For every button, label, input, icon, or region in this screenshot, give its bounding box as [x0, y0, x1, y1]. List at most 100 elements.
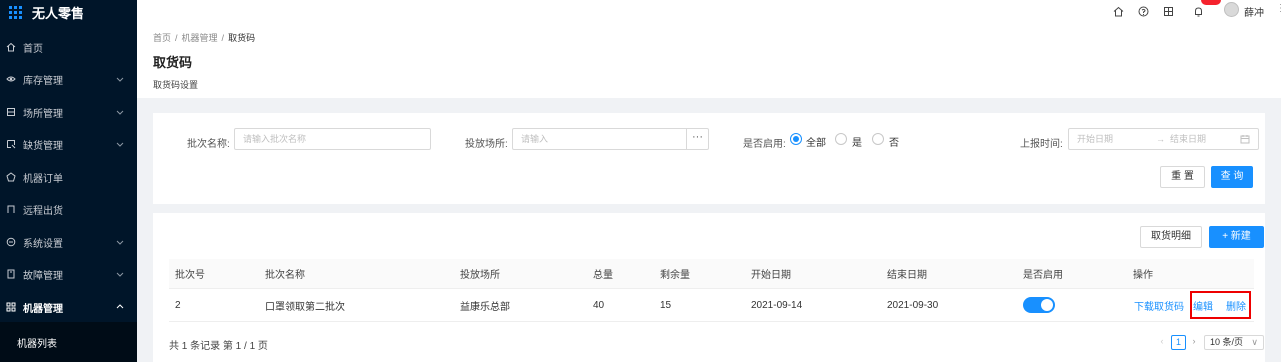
end-date-input[interactable]: 结束日期	[1170, 129, 1206, 149]
sidebar-item-label: 故障管理	[23, 270, 63, 282]
sidebar-item-settings[interactable]: 系统设置	[0, 226, 137, 258]
sidebar-item-label: 库存管理	[23, 75, 63, 87]
cell-start-date: 2021-09-14	[751, 299, 803, 311]
user-name[interactable]: 薛冲	[1244, 4, 1264, 19]
venue-placeholder: 请输入	[521, 134, 549, 144]
breadcrumb-separator: /	[175, 33, 178, 43]
reset-button[interactable]: 重 置	[1160, 166, 1205, 188]
page-title: 取货码	[153, 55, 193, 70]
sidebar: 无人零售 首页 库存管理 场所管理 缺货管理 机器订单 远程出货 系统设置 故障…	[0, 0, 137, 362]
cell-total: 40	[593, 299, 605, 311]
venue-label: 投放场所:	[465, 139, 508, 150]
venue-picker-button[interactable]: ···	[686, 129, 708, 149]
sidebar-item-label: 机器管理	[23, 303, 63, 315]
enabled-toggle-cell	[1023, 289, 1055, 321]
query-button[interactable]: 查 询	[1211, 166, 1253, 188]
radio-yes[interactable]	[835, 133, 847, 145]
shortage-icon	[7, 140, 16, 149]
start-date-input[interactable]: 开始日期	[1077, 134, 1113, 144]
enabled-label: 是否启用:	[743, 139, 786, 150]
filter-panel: 批次名称: 请输入批次名称 投放场所: 请输入 ··· 是否启用: 全部 是 否…	[153, 113, 1265, 204]
chevron-down-icon	[116, 142, 124, 147]
top-bar	[137, 0, 1281, 24]
app-logo[interactable]: 无人零售	[0, 0, 137, 24]
stock-icon	[6, 76, 16, 82]
radio-all-label[interactable]: 全部	[806, 134, 826, 149]
table-panel: 取货明细 + 新建 批次号 批次名称 投放场所 总量 剩余量 开始日期 结束日期…	[153, 213, 1265, 362]
breadcrumb-separator: /	[221, 33, 225, 43]
col-actions: 操作	[1133, 270, 1153, 281]
radio-no[interactable]	[872, 133, 884, 145]
enabled-toggle[interactable]	[1023, 297, 1055, 313]
sidebar-subitem-machine-list[interactable]: 机器列表	[0, 322, 137, 362]
venue-icon	[7, 108, 15, 116]
sidebar-item-stock[interactable]: 库存管理	[0, 63, 137, 95]
chevron-down-icon	[116, 240, 124, 245]
grid-icon	[9, 5, 22, 19]
help-icon[interactable]	[1138, 6, 1149, 17]
grid-icon[interactable]	[1163, 6, 1174, 17]
chevron-down-icon	[116, 110, 124, 115]
sidebar-item-machine[interactable]: 机器管理	[0, 291, 137, 323]
more-icon[interactable]: ⋮	[1276, 3, 1281, 14]
venue-input[interactable]: 请输入 ···	[512, 128, 709, 150]
page-header: 首页 / 机器管理 / 取货码 取货码 取货码设置	[137, 24, 1281, 98]
home-icon	[6, 42, 16, 52]
col-venue: 投放场所	[460, 270, 500, 281]
pickup-detail-button[interactable]: 取货明细	[1140, 226, 1202, 248]
chevron-down-icon: ∨	[1251, 337, 1258, 347]
radio-no-label[interactable]: 否	[889, 134, 899, 149]
sidebar-item-label: 场所管理	[23, 108, 63, 120]
sidebar-item-label: 缺货管理	[23, 140, 63, 152]
download-code-link[interactable]: 下载取货码	[1134, 289, 1184, 321]
highlight-box	[1190, 291, 1251, 319]
home-icon[interactable]	[1113, 6, 1124, 17]
range-arrow: →	[1156, 134, 1165, 144]
cell-venue: 益康乐总部	[460, 301, 510, 313]
cell-batch-name: 口罩领取第二批次	[265, 301, 345, 313]
settings-icon	[6, 237, 16, 247]
new-button[interactable]: + 新建	[1209, 226, 1264, 248]
sidebar-item-remote[interactable]: 远程出货	[0, 193, 137, 225]
col-batch-name: 批次名称	[265, 270, 305, 281]
cell-end-date: 2021-09-30	[887, 299, 939, 311]
avatar[interactable]	[1224, 2, 1239, 17]
breadcrumb: 首页 / 机器管理 / 取货码	[153, 31, 255, 44]
date-range-picker[interactable]: 开始日期 → 结束日期	[1068, 128, 1259, 150]
notification-badge	[1201, 0, 1221, 5]
order-icon	[6, 172, 16, 182]
breadcrumb-current: 取货码	[228, 33, 256, 43]
page-1-button[interactable]: 1	[1171, 335, 1186, 350]
chevron-up-icon	[116, 304, 124, 309]
sidebar-item-home[interactable]: 首页	[0, 31, 137, 63]
col-batch-no: 批次号	[175, 270, 205, 281]
col-total: 总量	[593, 270, 613, 281]
page-size-value: 10 条/页	[1210, 337, 1244, 347]
sidebar-item-label: 机器订单	[23, 173, 63, 185]
radio-all[interactable]	[790, 133, 802, 145]
col-end-date: 结束日期	[887, 270, 927, 281]
sidebar-item-fault[interactable]: 故障管理	[0, 258, 137, 290]
col-start-date: 开始日期	[751, 270, 791, 281]
sidebar-item-label: 首页	[23, 43, 43, 55]
page-subtitle: 取货码设置	[153, 80, 199, 90]
batch-name-label: 批次名称:	[187, 139, 230, 150]
machine-icon	[6, 302, 16, 312]
pagination-summary: 共 1 条记录 第 1 / 1 页	[169, 341, 268, 352]
bell-icon[interactable]	[1193, 6, 1204, 17]
radio-yes-label[interactable]: 是	[852, 134, 862, 149]
page-size-select[interactable]: 10 条/页 ∨	[1204, 335, 1264, 350]
chevron-down-icon	[116, 77, 124, 82]
chevron-down-icon	[116, 272, 124, 277]
col-remaining: 剩余量	[660, 270, 690, 281]
prev-page-button[interactable]: ‹	[1157, 335, 1167, 350]
batch-name-input[interactable]: 请输入批次名称	[234, 128, 431, 150]
sidebar-item-venue[interactable]: 场所管理	[0, 96, 137, 128]
sidebar-item-order[interactable]: 机器订单	[0, 161, 137, 193]
sidebar-item-shortage[interactable]: 缺货管理	[0, 128, 137, 160]
table-header: 批次号 批次名称 投放场所 总量 剩余量 开始日期 结束日期 是否启用 操作	[169, 259, 1254, 289]
breadcrumb-home[interactable]: 首页	[153, 33, 171, 43]
fault-icon	[7, 269, 15, 279]
breadcrumb-machine[interactable]: 机器管理	[182, 33, 218, 43]
next-page-button[interactable]: ›	[1189, 335, 1199, 350]
